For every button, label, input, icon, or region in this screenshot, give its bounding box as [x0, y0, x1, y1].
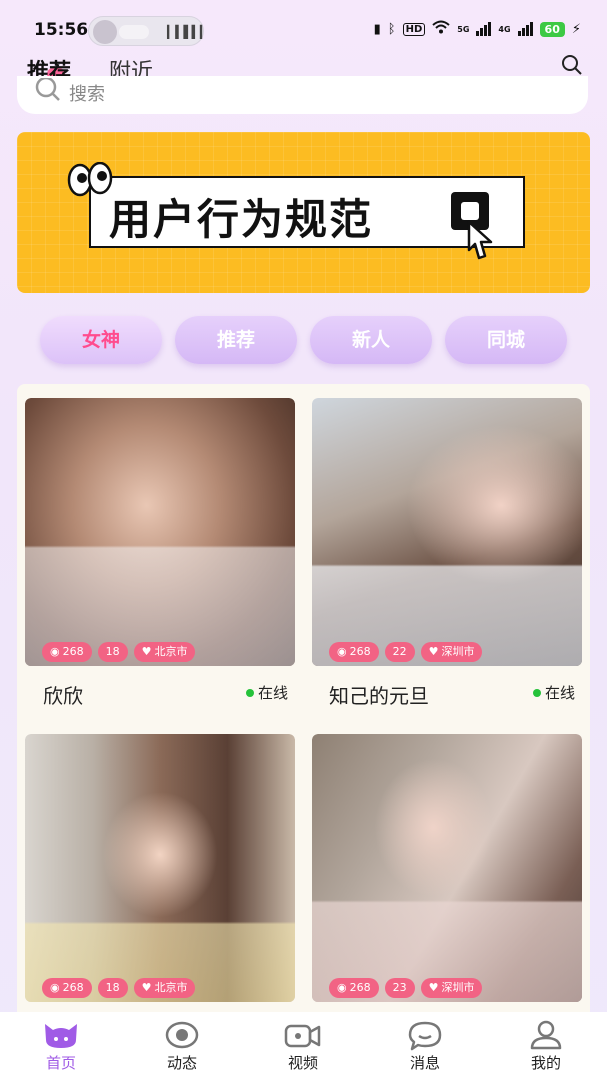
status-time: 15:56: [34, 20, 89, 40]
views-tag: ◉ 268: [42, 642, 92, 662]
charging-icon: ⚡: [571, 21, 581, 37]
status-bar: 15:56 ▎▍▌▍▎ ▮ ᛒ HD 5G 4G 60 ⚡: [0, 0, 607, 56]
video-icon: [263, 1020, 343, 1050]
profile-card[interactable]: ◉ 268 18 ♥ 北京市: [25, 734, 295, 1004]
location-pin-icon: ♥: [141, 981, 152, 994]
network-5g-label: 5G: [457, 24, 470, 34]
nav-messages[interactable]: 消息: [385, 1020, 465, 1073]
profile-tags: ◉ 268 18 ♥ 北京市: [42, 978, 196, 998]
bottom-nav: 首页 动态 视频 消息 我的: [0, 1012, 607, 1080]
city-tag: ♥ 北京市: [133, 978, 196, 998]
nav-video-label: 视频: [287, 1054, 318, 1072]
nav-home-label: 首页: [45, 1054, 76, 1072]
category-goddess[interactable]: 女神: [40, 316, 162, 364]
nav-moments[interactable]: 动态: [142, 1020, 222, 1073]
profile-tags: ◉ 268 18 ♥ 北京市: [42, 642, 196, 662]
age-tag: 18: [97, 642, 128, 662]
city-tag: ♥ 深圳市: [420, 978, 483, 998]
search-placeholder: 搜索: [69, 84, 105, 105]
signal-4g-icon: [517, 22, 533, 36]
views-tag: ◉ 268: [329, 978, 379, 998]
online-status: 在线: [533, 682, 575, 703]
profile-photo: [25, 734, 295, 1002]
nav-home[interactable]: 首页: [21, 1020, 101, 1073]
battery-indicator: 60: [539, 21, 565, 37]
city-tag: ♥ 北京市: [133, 642, 196, 662]
eyes-icon: [67, 161, 113, 202]
nav-profile-label: 我的: [530, 1054, 561, 1072]
banner-title: 用户行为规范: [109, 195, 374, 244]
profile-name: 欣欣: [43, 684, 83, 708]
message-icon: [385, 1020, 465, 1051]
caller-name-blurred: [119, 25, 149, 39]
category-same-city[interactable]: 同城: [445, 316, 567, 364]
caller-avatar: [93, 20, 117, 44]
search-field-icon: [35, 76, 61, 108]
hd-voice-icon: HD: [402, 22, 426, 36]
profile-photo: [312, 398, 582, 666]
location-pin-icon: ♥: [141, 645, 152, 658]
profile-name: 知己的元旦: [329, 684, 429, 708]
online-status: 在线: [246, 682, 288, 703]
views-tag: ◉ 268: [42, 978, 92, 998]
age-tag: 22: [384, 642, 415, 662]
location-pin-icon: ♥: [428, 645, 439, 658]
eye-icon: ◉: [337, 981, 347, 994]
profile-tags: ◉ 268 22 ♥ 深圳市: [329, 642, 483, 662]
profile-card[interactable]: ◉ 268 22 ♥ 深圳市 知己的元旦 在线: [312, 398, 582, 708]
eye-icon: ◉: [50, 981, 60, 994]
online-dot: [533, 688, 541, 697]
click-cursor-icon: [449, 192, 501, 268]
eye-icon: ◉: [50, 645, 60, 658]
online-dot: [246, 688, 254, 697]
nav-messages-label: 消息: [409, 1054, 440, 1072]
location-pin-icon: ♥: [428, 981, 439, 994]
nav-profile[interactable]: 我的: [506, 1020, 586, 1073]
category-newcomer[interactable]: 新人: [310, 316, 432, 364]
city-tag: ♥ 深圳市: [420, 642, 483, 662]
search-icon[interactable]: [561, 54, 583, 76]
audio-wave-icon: ▎▍▌▍▎: [167, 25, 209, 39]
bluetooth-icon: ᛒ: [387, 21, 396, 37]
category-recommend[interactable]: 推荐: [175, 316, 297, 364]
signal-5g-icon: [476, 22, 492, 36]
category-tabs: 女神 推荐 新人 同城: [0, 316, 607, 364]
network-4g-label: 4G: [498, 24, 511, 34]
age-tag: 18: [97, 978, 128, 998]
system-icons: ▮ ᛒ HD 5G 4G 60 ⚡: [374, 20, 581, 38]
profile-photo: [312, 734, 582, 1002]
vibrate-icon: ▮: [373, 21, 381, 37]
profile-tags: ◉ 268 23 ♥ 深圳市: [329, 978, 483, 998]
views-tag: ◉ 268: [329, 642, 379, 662]
wifi-icon: [432, 20, 450, 38]
home-icon: [21, 1020, 101, 1050]
profile-card[interactable]: ◉ 268 23 ♥ 深圳市: [312, 734, 582, 1004]
profile-icon: [506, 1020, 586, 1050]
nav-video[interactable]: 视频: [263, 1020, 343, 1073]
search-input[interactable]: 搜索: [17, 76, 588, 114]
rules-banner[interactable]: 用户行为规范: [17, 132, 590, 293]
eye-icon: [142, 1020, 222, 1050]
profile-grid: ◉ 268 18 ♥ 北京市 欣欣 在线 ◉ 268 22 ♥ 深圳市 知己的元旦 在线…: [17, 384, 590, 1024]
ongoing-call-pill[interactable]: ▎▍▌▍▎: [88, 16, 209, 46]
profile-photo: [25, 398, 295, 666]
age-tag: 23: [384, 978, 415, 998]
eye-icon: ◉: [337, 645, 347, 658]
nav-moments-label: 动态: [166, 1054, 197, 1072]
profile-card[interactable]: ◉ 268 18 ♥ 北京市 欣欣 在线: [25, 398, 295, 708]
